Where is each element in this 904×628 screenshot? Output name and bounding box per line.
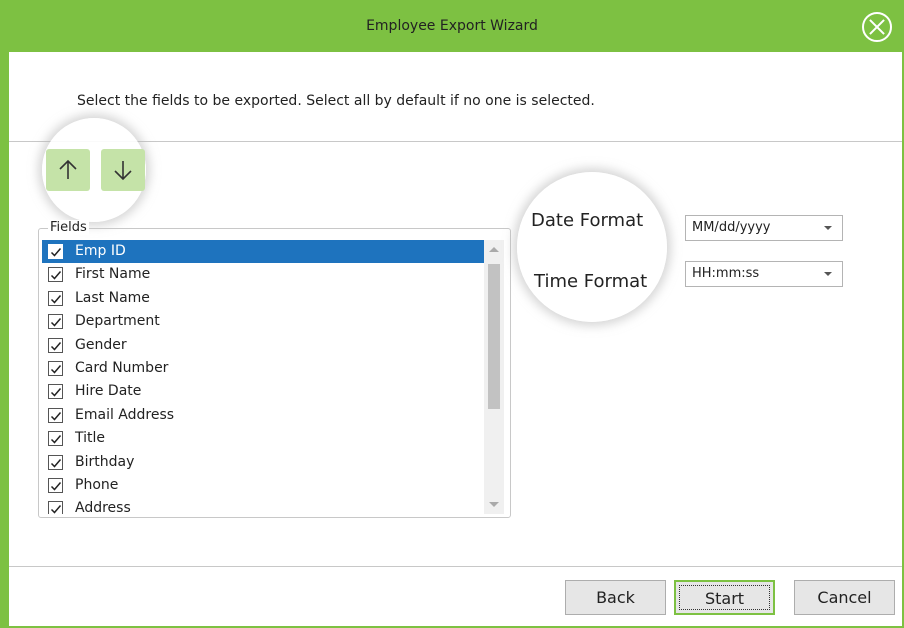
field-checkbox[interactable] [48, 244, 63, 259]
field-label: Emp ID [75, 243, 126, 259]
title-bar: Employee Export Wizard [0, 0, 904, 52]
field-checkbox[interactable] [48, 314, 63, 330]
field-checkbox[interactable] [48, 501, 63, 514]
date-format-label: Date Format [531, 210, 644, 231]
field-checkbox[interactable] [48, 360, 63, 376]
field-label: Department [75, 313, 160, 330]
field-list-item[interactable]: Phone [42, 474, 484, 497]
checkmark-icon [50, 388, 62, 397]
fields-scrollbar[interactable] [484, 240, 504, 514]
field-checkbox[interactable] [48, 290, 63, 306]
close-icon[interactable] [862, 12, 892, 42]
field-list-item[interactable]: Address [42, 497, 484, 514]
field-checkbox[interactable] [48, 407, 63, 423]
field-checkbox[interactable] [48, 431, 63, 447]
checkmark-icon [50, 341, 62, 351]
checkmark-icon [50, 318, 62, 327]
field-checkbox[interactable] [48, 384, 63, 400]
field-list-item[interactable]: Birthday [42, 451, 484, 474]
back-button[interactable]: Back [565, 580, 666, 615]
field-list-item[interactable]: Department [42, 310, 484, 333]
field-label: Gender [75, 336, 127, 353]
time-format-value: HH:mm:ss [692, 266, 760, 281]
focus-ring [679, 585, 770, 610]
field-label: Birthday [75, 453, 135, 470]
arrow-down-icon [114, 161, 132, 181]
field-list-item[interactable]: Hire Date [42, 380, 484, 403]
checkmark-icon [50, 364, 62, 374]
checkmark-icon [50, 248, 62, 257]
checkmark-icon [50, 481, 62, 491]
field-list-item[interactable]: Card Number [42, 357, 484, 380]
divider-top [9, 141, 902, 142]
checkmark-icon [50, 435, 62, 444]
format-labels-highlight [517, 172, 667, 322]
scroll-up-button[interactable] [484, 240, 504, 258]
field-list-item[interactable]: Email Address [42, 404, 484, 427]
field-label: Phone [75, 476, 119, 493]
scroll-thumb[interactable] [488, 264, 500, 409]
field-checkbox[interactable] [48, 454, 63, 470]
field-label: Card Number [75, 359, 169, 376]
field-label: Title [75, 430, 106, 447]
field-list-item[interactable]: First Name [42, 263, 484, 286]
field-label: Hire Date [75, 383, 142, 400]
field-checkbox[interactable] [48, 267, 63, 283]
time-format-label: Time Format [534, 271, 648, 292]
export-wizard-window: Employee Export Wizard Select the fields… [0, 0, 904, 628]
scroll-down-button[interactable] [484, 496, 504, 514]
window-border-left [0, 0, 9, 628]
checkmark-icon [50, 294, 62, 304]
field-checkbox[interactable] [48, 337, 63, 353]
instruction-text: Select the fields to be exported. Select… [77, 93, 595, 109]
time-format-select[interactable]: HH:mm:ss [685, 261, 843, 287]
field-checkbox[interactable] [48, 477, 63, 493]
field-list-item[interactable]: Emp ID [42, 240, 484, 264]
field-list-item[interactable]: Last Name [42, 287, 484, 310]
start-button[interactable]: Start [674, 580, 775, 615]
window-title: Employee Export Wizard [366, 18, 538, 34]
chevron-down-icon [824, 226, 832, 230]
field-label: Email Address [75, 406, 175, 423]
chevron-down-icon [824, 272, 832, 276]
field-label: Address [75, 500, 131, 514]
checkmark-icon [50, 505, 62, 514]
cancel-button[interactable]: Cancel [794, 580, 895, 615]
divider-bottom [9, 566, 902, 567]
arrow-up-icon [59, 159, 77, 179]
date-format-value: MM/dd/yyyy [692, 220, 771, 235]
checkmark-icon [50, 411, 62, 421]
fields-legend: Fields [48, 220, 89, 235]
date-format-select[interactable]: MM/dd/yyyy [685, 215, 843, 241]
field-list-item[interactable]: Gender [42, 334, 484, 357]
checkmark-icon [50, 458, 62, 468]
field-list-item[interactable]: Title [42, 427, 484, 450]
move-down-button[interactable] [101, 149, 145, 191]
fields-list[interactable]: Emp ID First Name Last Name Department Gende… [42, 240, 484, 514]
checkmark-icon [50, 271, 62, 280]
field-label: First Name [75, 266, 151, 283]
move-up-button[interactable] [46, 149, 90, 191]
field-label: Last Name [75, 289, 150, 306]
